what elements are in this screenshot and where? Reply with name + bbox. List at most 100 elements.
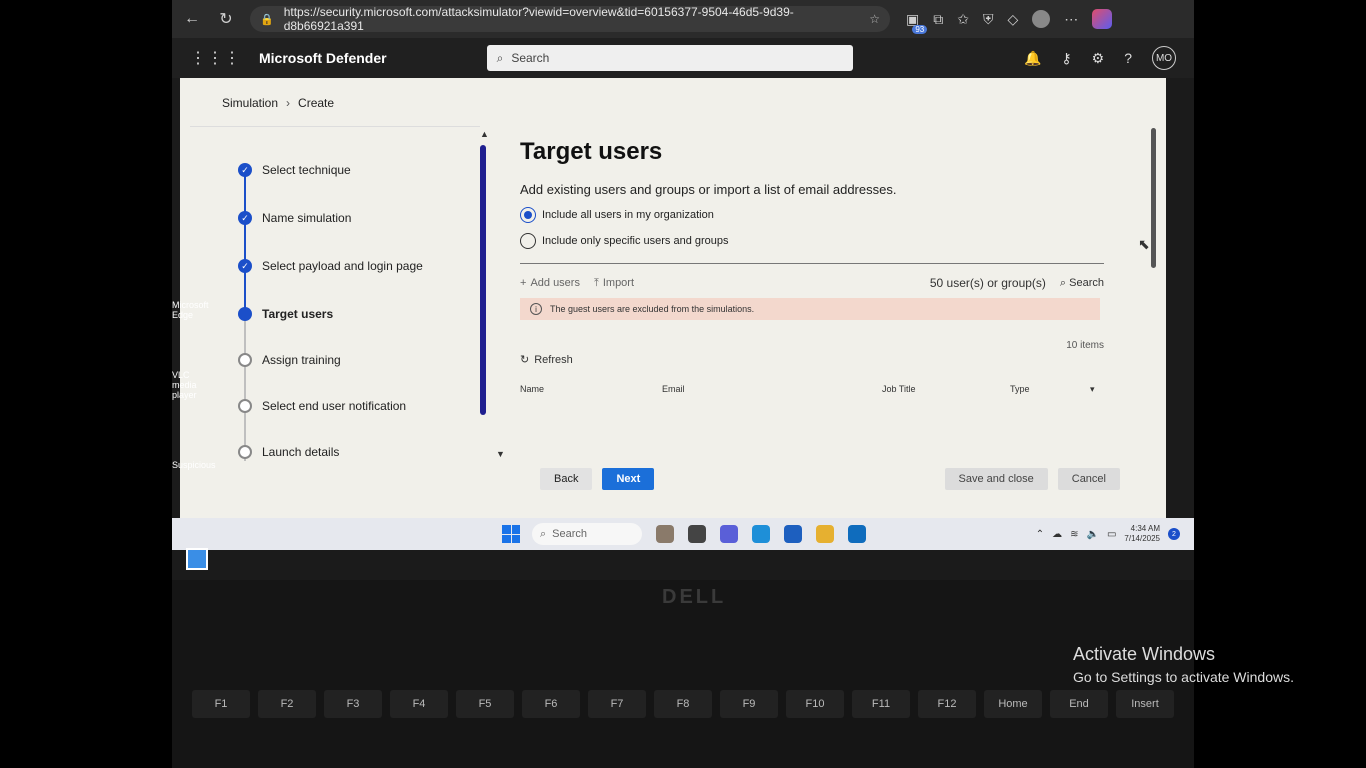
- address-bar[interactable]: 🔒 https://security.microsoft.com/attacks…: [250, 5, 890, 33]
- more-options-icon[interactable]: ⋯: [1064, 11, 1078, 28]
- volume-icon[interactable]: 🔈: [1087, 529, 1099, 540]
- profile-avatar[interactable]: [1032, 10, 1051, 28]
- scroll-down-icon[interactable]: ▼: [496, 449, 505, 459]
- help-icon[interactable]: ?: [1124, 50, 1132, 66]
- app-title[interactable]: Microsoft Defender: [259, 50, 387, 66]
- taskbar-apps: [656, 525, 866, 543]
- radio-unselected[interactable]: [520, 233, 536, 249]
- scroll-up-icon[interactable]: ▲: [480, 129, 489, 139]
- teams-icon[interactable]: [720, 525, 738, 543]
- system-tray: ⌃ ☁ ≋ 🔈 ▭ 4:34 AM 7/14/2025 2: [1036, 524, 1180, 544]
- battery-icon[interactable]: ▭: [1107, 529, 1116, 540]
- laptop-keyboard: DELL F1 F2 F3 F4 F5 F6 F7 F8 F9 F10 F11 …: [172, 580, 1194, 768]
- windows-taskbar: ⌕ Search ⌃ ☁ ≋ 🔈 ▭ 4:34 AM 7/14/2025 2: [172, 518, 1194, 550]
- page-content: Simulation › Create ✓ Select technique ✓…: [180, 78, 1166, 518]
- import-label: Import: [602, 277, 635, 289]
- copilot-icon[interactable]: [1092, 9, 1113, 29]
- favorite-star-icon[interactable]: ☆: [869, 12, 880, 26]
- windows-start-icon[interactable]: [502, 525, 520, 543]
- save-and-close-button[interactable]: Save and close: [944, 468, 1048, 490]
- outlook-icon[interactable]: [848, 525, 866, 543]
- app-launcher-icon[interactable]: ⋮⋮⋮: [190, 48, 241, 68]
- next-button[interactable]: Next: [602, 468, 655, 490]
- column-header-job-title[interactable]: Job Title: [882, 384, 1010, 395]
- file-explorer-icon[interactable]: [816, 525, 834, 543]
- step-label: Assign training: [262, 353, 341, 367]
- back-arrow-icon[interactable]: ←: [178, 5, 206, 33]
- radio-selected[interactable]: [520, 207, 536, 223]
- breadcrumb: Simulation › Create: [222, 96, 334, 110]
- desktop-icon-suspicious[interactable]: Suspicious: [172, 460, 216, 470]
- current-step-dot: [238, 307, 252, 321]
- step-launch-details[interactable]: Launch details: [238, 445, 339, 459]
- table-search-button[interactable]: ⌕ Search: [1060, 277, 1104, 290]
- avatar[interactable]: MO: [1152, 46, 1176, 70]
- check-icon: ✓: [238, 163, 252, 177]
- search-label: Search: [1069, 276, 1104, 289]
- taskbar-clock[interactable]: 4:34 AM 7/14/2025: [1124, 524, 1160, 544]
- add-users-button[interactable]: + Add users: [520, 277, 580, 289]
- mouse-cursor-icon: ⬉: [1138, 236, 1150, 252]
- step-select-payload[interactable]: ✓ Select payload and login page: [238, 259, 423, 273]
- back-button[interactable]: Back: [540, 468, 593, 490]
- breadcrumb-simulation[interactable]: Simulation: [222, 96, 278, 110]
- defender-header: ⋮⋮⋮ Microsoft Defender ⌕ Search 🔔 ⚷ ⚙ ? …: [172, 38, 1194, 78]
- edge-icon[interactable]: [752, 525, 770, 543]
- notification-badge[interactable]: 2: [1168, 528, 1180, 540]
- refresh-button[interactable]: ↻ Refresh: [520, 353, 1120, 367]
- steps-scrollbar[interactable]: [480, 145, 486, 415]
- taskbar-search[interactable]: ⌕ Search: [532, 523, 642, 545]
- check-icon: ✓: [238, 259, 252, 273]
- column-header-name[interactable]: Name: [520, 384, 662, 395]
- browser-essentials-icon[interactable]: ◇: [1007, 11, 1018, 28]
- gear-icon[interactable]: ⚙: [1092, 50, 1105, 67]
- info-icon: i: [530, 303, 542, 315]
- radio-specific-users[interactable]: Include only specific users and groups: [520, 233, 1120, 249]
- extension-icon[interactable]: ▣ 93: [906, 11, 928, 34]
- wifi-icon[interactable]: ≋: [1070, 529, 1078, 540]
- desktop-icon-vlc[interactable]: VLC media player: [172, 370, 212, 400]
- search-input[interactable]: ⌕ Search: [486, 45, 853, 71]
- date: 7/14/2025: [1124, 534, 1160, 543]
- favorites-icon[interactable]: ✩: [957, 11, 969, 28]
- desktop-icon-edge[interactable]: Microsoft Edge: [172, 300, 212, 320]
- cloud-icon[interactable]: ☁: [1052, 529, 1062, 540]
- step-select-technique[interactable]: ✓ Select technique: [238, 163, 351, 177]
- bell-icon[interactable]: 🔔: [1024, 50, 1041, 67]
- radio-label: Include all users in my organization: [542, 209, 714, 221]
- connections-icon[interactable]: ⚷: [1061, 50, 1071, 67]
- step-name-simulation[interactable]: ✓ Name simulation: [238, 211, 351, 225]
- function-keys: F1 F2 F3 F4 F5 F6 F7 F8 F9 F10 F11 F12 H…: [192, 690, 1174, 718]
- shield-icon[interactable]: ⛨: [983, 11, 994, 28]
- radio-all-users[interactable]: Include all users in my organization: [520, 207, 1120, 223]
- watermark-title: Activate Windows: [1073, 644, 1216, 664]
- pending-step-dot: [238, 353, 252, 367]
- refresh-icon[interactable]: ↻: [212, 5, 240, 33]
- refresh-label: Refresh: [534, 353, 573, 366]
- url-text[interactable]: https://security.microsoft.com/attacksim…: [284, 5, 870, 33]
- split-screen-icon[interactable]: ⧉: [933, 11, 943, 28]
- step-target-users[interactable]: Target users: [238, 307, 333, 321]
- news-widget-icon[interactable]: [656, 525, 674, 543]
- key: F9: [720, 690, 778, 718]
- import-button[interactable]: ⤒ Import: [594, 277, 634, 290]
- widgets-icon[interactable]: [186, 548, 208, 570]
- wizard-footer: Back Next Save and close Cancel: [540, 468, 1120, 490]
- task-view-icon[interactable]: [688, 525, 706, 543]
- key: F7: [588, 690, 646, 718]
- lock-icon: 🔒: [260, 13, 274, 26]
- chevron-down-icon[interactable]: ▾: [1090, 384, 1095, 395]
- step-assign-training[interactable]: Assign training: [238, 353, 341, 367]
- chevron-up-icon[interactable]: ⌃: [1036, 529, 1044, 540]
- pending-step-dot: [238, 445, 252, 459]
- step-label: Launch details: [262, 445, 340, 459]
- content-scrollbar[interactable]: [1151, 128, 1156, 268]
- step-label: Select payload and login page: [262, 259, 423, 273]
- key: F8: [654, 690, 712, 718]
- store-icon[interactable]: [784, 525, 802, 543]
- key: F10: [786, 690, 844, 718]
- column-header-type[interactable]: Type: [1010, 384, 1090, 395]
- step-end-user-notification[interactable]: Select end user notification: [238, 399, 406, 413]
- column-header-email[interactable]: Email: [662, 384, 882, 395]
- cancel-button[interactable]: Cancel: [1057, 468, 1120, 490]
